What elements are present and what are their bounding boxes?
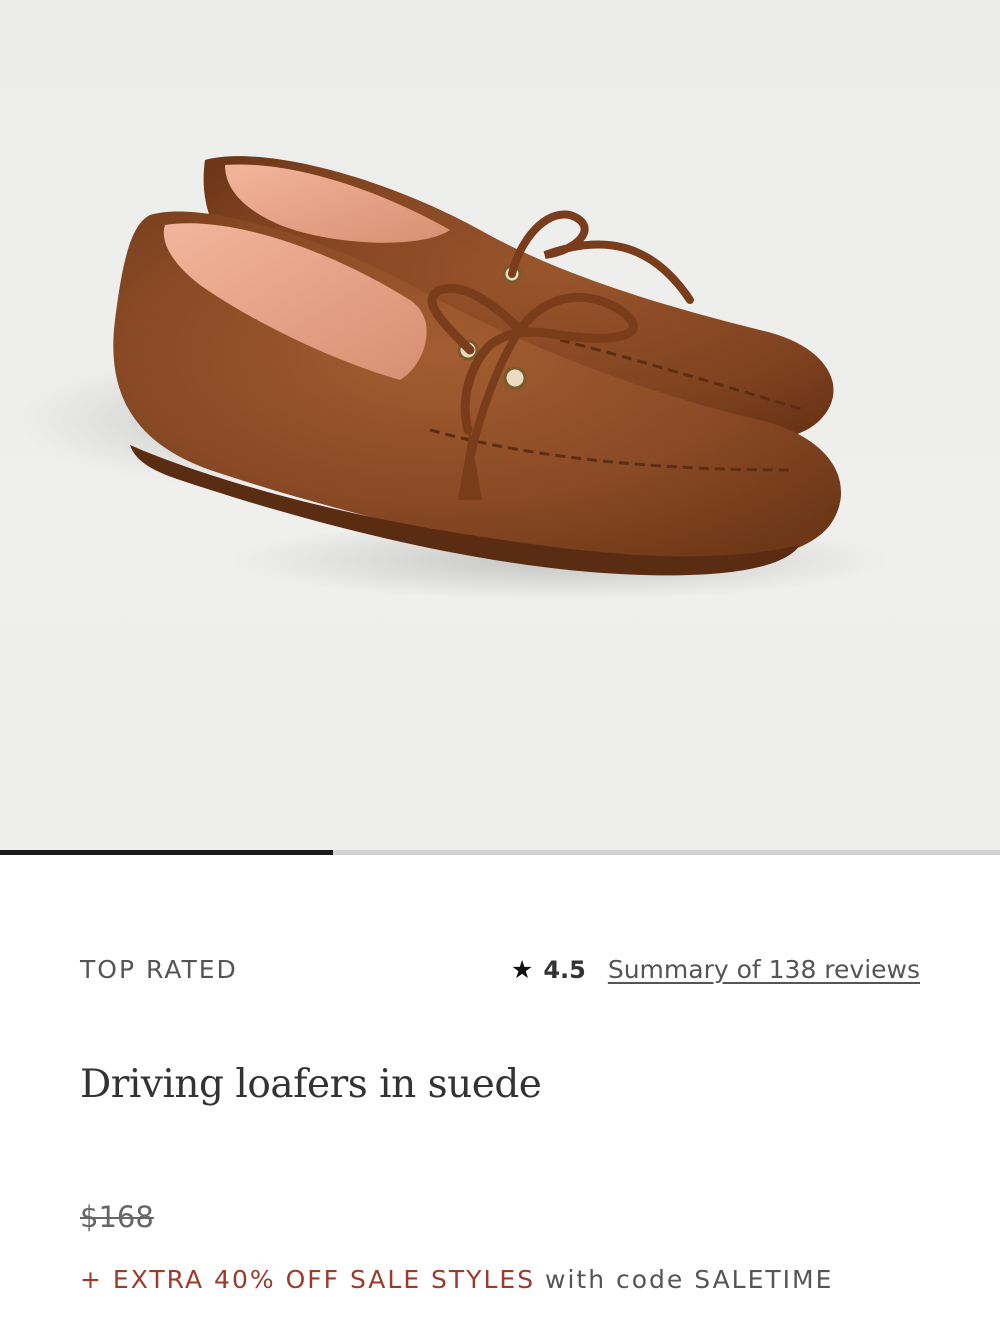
gallery-progress-fill <box>0 850 333 855</box>
promo-message: + EXTRA 40% OFF SALE STYLES with code SA… <box>80 1265 833 1294</box>
rating-summary: ★ 4.5 Summary of 138 reviews <box>511 955 920 984</box>
original-price: $168 <box>80 1200 154 1234</box>
promo-highlight: + EXTRA 40% OFF SALE STYLES <box>80 1265 536 1294</box>
loafers-illustration <box>10 156 890 600</box>
rating-value: 4.5 <box>543 955 586 984</box>
product-image[interactable] <box>0 0 1000 850</box>
top-rated-badge: TOP RATED <box>80 955 238 984</box>
gallery-progress-bar[interactable] <box>0 850 1000 855</box>
reviews-summary-link[interactable]: Summary of 138 reviews <box>608 955 920 984</box>
product-title: Driving loafers in suede <box>80 1062 542 1107</box>
promo-code-text: with code SALETIME <box>545 1265 834 1294</box>
star-icon: ★ <box>510 955 534 984</box>
